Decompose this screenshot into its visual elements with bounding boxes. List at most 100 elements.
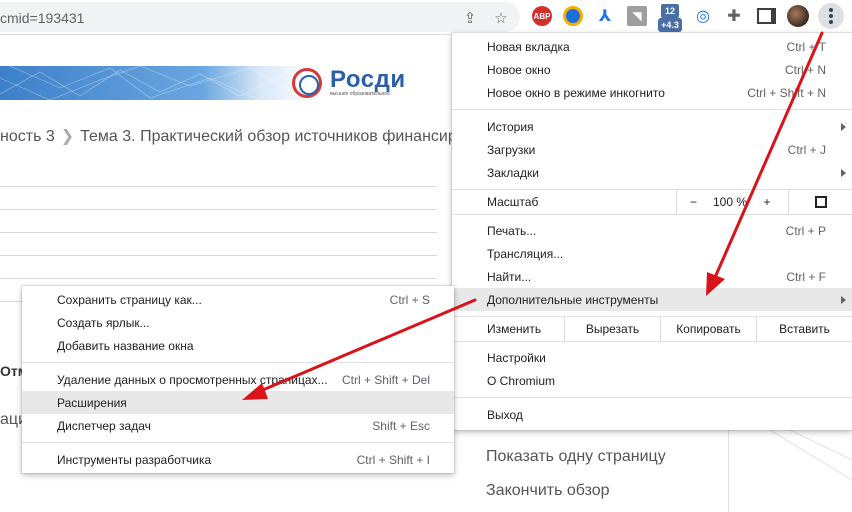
menu-item-label: Добавить название окна	[57, 338, 194, 353]
menu-item-extensions[interactable]: Расширения	[22, 391, 454, 414]
cut-button[interactable]: Вырезать	[564, 317, 660, 341]
kebab-menu-button[interactable]	[818, 3, 844, 29]
counter-extension-icon[interactable]: 12	[661, 4, 679, 18]
zoom-row: Масштаб − 100 % +	[452, 190, 852, 214]
copy-button[interactable]: Копировать	[660, 317, 756, 341]
menu-separator	[452, 397, 852, 398]
menu-item-label: Диспетчер задач	[57, 418, 151, 433]
shortcut-label: Shift + Esc	[372, 419, 430, 433]
address-bar[interactable]: cmid=193431 ⇪ ☆	[0, 2, 520, 32]
menu-item-about[interactable]: О Chromium	[452, 369, 852, 392]
kebab-menu-icon	[829, 8, 833, 26]
shortcut-label: Ctrl + S	[389, 293, 430, 307]
menu-item-label: Найти...	[487, 269, 532, 284]
table-row	[0, 256, 437, 279]
profile-avatar[interactable]	[787, 5, 809, 27]
menu-item-settings[interactable]: Настройки	[452, 346, 852, 369]
menu-separator	[452, 109, 852, 110]
adblock-plus-icon[interactable]: ABP	[532, 6, 552, 26]
banner-subtitle: высшее образовательное	[330, 91, 390, 97]
shortcut-label: Ctrl + Shift + N	[747, 86, 826, 100]
menu-item-downloads[interactable]: Загрузки Ctrl + J	[452, 138, 852, 161]
banner-network-pattern	[0, 66, 290, 100]
side-panel-icon[interactable]	[756, 6, 776, 26]
swirl-extension-icon[interactable]: ◎	[693, 6, 713, 26]
menu-item-find[interactable]: Найти... Ctrl + F	[452, 265, 852, 288]
menu-item-label: О Chromium	[487, 373, 556, 388]
menu-item-label: История	[487, 119, 534, 134]
menu-item-more-tools[interactable]: Дополнительные инструменты	[452, 288, 852, 311]
acrobat-icon[interactable]: ⅄	[595, 6, 615, 26]
share-icon[interactable]: ⇪	[462, 10, 478, 27]
shortcut-label: Ctrl + P	[785, 224, 826, 238]
menu-separator	[452, 214, 852, 215]
menu-item-label: Удаление данных о просмотренных страница…	[57, 372, 328, 387]
browser-main-menu: Новая вкладка Ctrl + T Новое окно Ctrl +…	[452, 33, 852, 430]
breadcrumb-item[interactable]: ность 3	[0, 128, 55, 145]
browser-toolbar: cmid=193431 ⇪ ☆ ABP ⅄ ◥ 12 +4.3 ◎ ✚	[0, 0, 852, 35]
menu-item-label: Загрузки	[487, 142, 536, 157]
divider	[728, 430, 729, 512]
table-row	[0, 233, 437, 256]
menu-item-save-page[interactable]: Сохранить страницу как... Ctrl + S	[22, 288, 454, 311]
menu-item-label: Дополнительные инструменты	[487, 292, 659, 307]
url-text[interactable]: cmid=193431	[0, 10, 84, 26]
menu-item-task-manager[interactable]: Диспетчер задач Shift + Esc	[22, 414, 454, 437]
menu-item-print[interactable]: Печать... Ctrl + P	[452, 219, 852, 242]
menu-item-cast[interactable]: Трансляция...	[452, 242, 852, 265]
shortcut-label: Ctrl + Shift + I	[356, 453, 430, 467]
menu-item-label: Создать ярлык...	[57, 315, 150, 330]
menu-item-history[interactable]: История	[452, 115, 852, 138]
banner-title: Росди	[330, 66, 406, 93]
menu-item-clear-data[interactable]: Удаление данных о просмотренных страница…	[22, 368, 454, 391]
fullscreen-icon	[814, 196, 827, 208]
ring-extension-icon[interactable]	[563, 6, 583, 26]
shortcut-label: Ctrl + Shift + Del	[341, 373, 430, 387]
breadcrumb: ность 3 ❯ Тема 3. Практический обзор источ…	[0, 126, 457, 146]
menu-item-dev-tools[interactable]: Инструменты разработчика Ctrl + Shift + …	[22, 448, 454, 471]
finish-review-link[interactable]: Закончить обзор	[486, 482, 610, 500]
menu-item-label: Настройки	[487, 350, 546, 365]
submenu-arrow-icon	[841, 169, 846, 177]
zoom-out-button[interactable]: −	[676, 190, 710, 214]
extensions-puzzle-icon[interactable]: ✚	[724, 6, 744, 26]
submenu-arrow-icon	[841, 123, 846, 131]
menu-separator	[22, 442, 454, 443]
page-table	[0, 186, 437, 302]
menu-item-label: Выход	[487, 407, 523, 422]
edit-row: Изменить Вырезать Копировать Вставить	[452, 317, 852, 341]
paste-button[interactable]: Вставить	[756, 317, 852, 341]
shortcut-label: Ctrl + N	[784, 63, 826, 77]
submenu-arrow-icon	[841, 296, 846, 304]
breadcrumb-item[interactable]: Тема 3. Практический обзор источников фи…	[80, 128, 457, 145]
rss-icon[interactable]: ◥	[627, 6, 647, 26]
show-one-page-link[interactable]: Показать одну страницу	[486, 448, 666, 466]
edit-label: Изменить	[487, 322, 542, 336]
menu-item-add-window-name[interactable]: Добавить название окна	[22, 334, 454, 357]
menu-item-label: Печать...	[487, 223, 537, 238]
zoom-value: 100 %	[712, 195, 748, 209]
menu-item-label: Закладки	[487, 165, 539, 180]
menu-item-label: Расширения	[57, 395, 127, 410]
menu-item-new-tab[interactable]: Новая вкладка Ctrl + T	[452, 35, 852, 58]
decorative-lines	[770, 430, 852, 481]
menu-item-label: Сохранить страницу как...	[57, 292, 202, 307]
menu-item-label: Новое окно	[487, 62, 551, 77]
menu-separator	[452, 341, 852, 342]
shortcut-label: Ctrl + T	[786, 40, 826, 54]
zoom-in-button[interactable]: +	[750, 190, 784, 214]
menu-item-bookmarks[interactable]: Закладки	[452, 161, 852, 184]
shortcut-label: Ctrl + J	[787, 143, 826, 157]
zoom-label: Масштаб	[487, 195, 539, 209]
site-logo-icon	[292, 68, 322, 98]
shortcut-label: Ctrl + F	[786, 270, 826, 284]
chevron-right-icon: ❯	[60, 128, 75, 145]
menu-item-incognito[interactable]: Новое окно в режиме инкогнито Ctrl + Shi…	[452, 81, 852, 104]
bookmark-star-icon[interactable]: ☆	[493, 10, 509, 27]
menu-item-create-shortcut[interactable]: Создать ярлык...	[22, 311, 454, 334]
menu-item-label: Новое окно в режиме инкогнито	[487, 85, 665, 100]
menu-item-new-window[interactable]: Новое окно Ctrl + N	[452, 58, 852, 81]
fullscreen-button[interactable]	[788, 190, 852, 214]
counter-badge: +4.3	[658, 18, 682, 32]
menu-item-exit[interactable]: Выход	[452, 403, 852, 426]
